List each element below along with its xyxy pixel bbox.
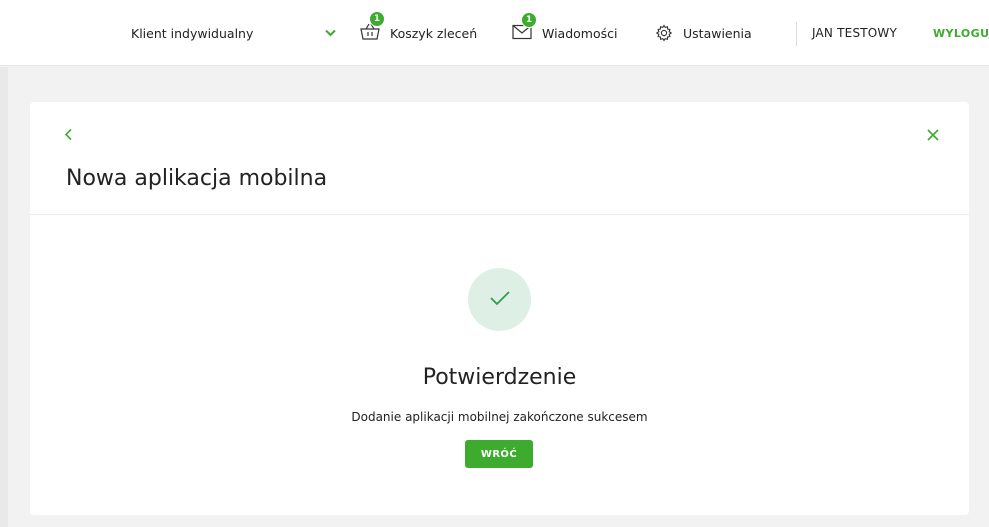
checkmark-icon	[489, 290, 511, 310]
gear-icon	[655, 24, 673, 42]
logout-link[interactable]: WYLOGUJ	[933, 0, 989, 66]
chevron-left-icon[interactable]	[64, 126, 73, 145]
left-edge-strip	[0, 67, 8, 527]
header-divider	[796, 22, 797, 46]
cart-link[interactable]: 1 Koszyk zleceń	[360, 0, 477, 66]
messages-count-badge: 1	[521, 11, 537, 28]
page-title: Nowa aplikacja mobilna	[66, 166, 328, 191]
settings-label: Ustawienia	[683, 25, 752, 41]
settings-link[interactable]: Ustawienia	[655, 0, 752, 66]
title-divider	[30, 214, 969, 215]
return-button[interactable]: WRÓĆ	[465, 440, 533, 468]
client-type-select[interactable]: Klient indywidualny	[131, 0, 336, 66]
confirmation-message: Dodanie aplikacji mobilnej zakończone su…	[351, 410, 648, 424]
client-type-select-value: Klient indywidualny	[131, 25, 254, 41]
success-badge	[468, 268, 531, 331]
messages-label: Wiadomości	[542, 25, 618, 41]
confirmation-title: Potwierdzenie	[422, 365, 577, 390]
cart-count-badge: 1	[369, 10, 385, 27]
close-icon[interactable]	[927, 126, 939, 145]
messages-link[interactable]: 1 Wiadomości	[512, 0, 617, 66]
chevron-down-icon	[325, 26, 336, 41]
user-name: JAN TESTOWY	[812, 26, 898, 40]
content-card: Nowa aplikacja mobilna Potwierdzenie Dod…	[30, 102, 969, 515]
cart-label: Koszyk zleceń	[390, 25, 478, 41]
top-navigation-bar: Klient indywidualny 1 Koszyk zleceń 1 Wi…	[0, 0, 989, 66]
